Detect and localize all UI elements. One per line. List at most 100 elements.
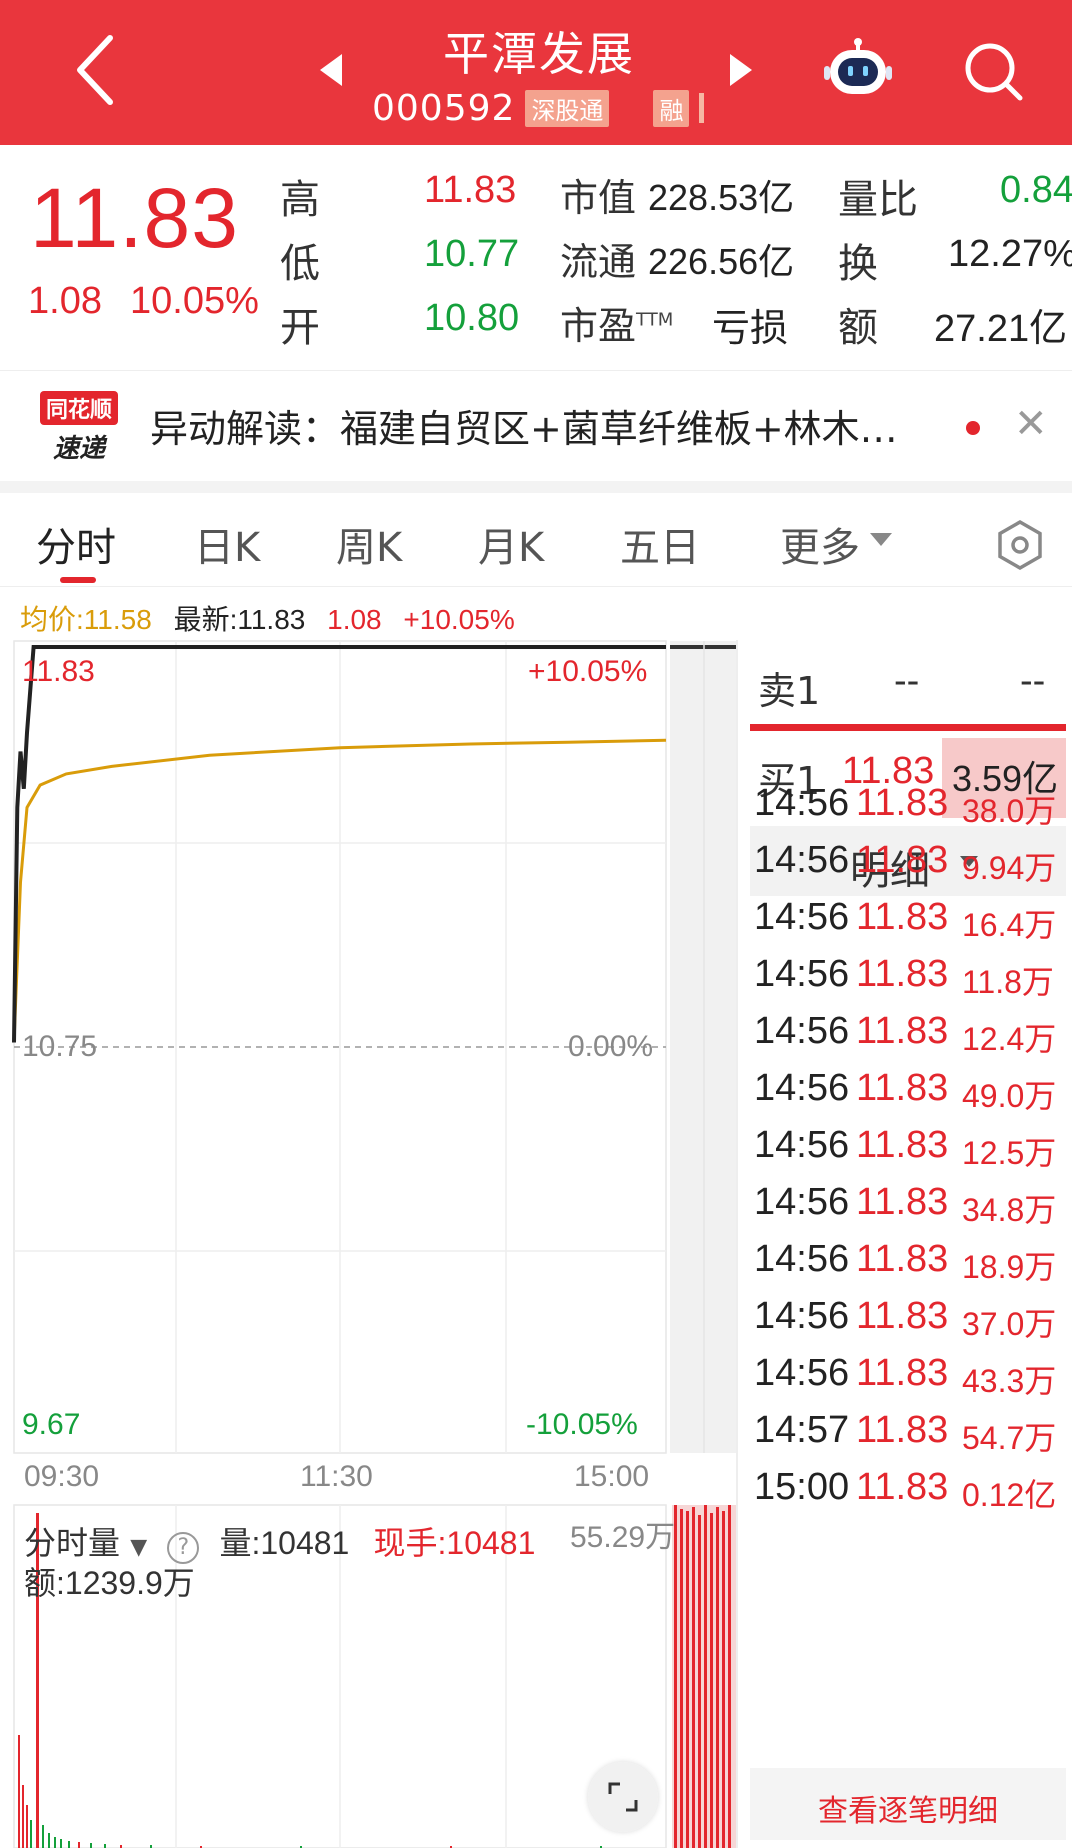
logo-bottom-text: 速递 xyxy=(53,434,108,463)
volume-bar xyxy=(54,1837,56,1848)
info-change-pct: +10.05% xyxy=(403,604,515,635)
open-value: 10.80 xyxy=(424,297,520,339)
trade-time: 14:57 xyxy=(754,1409,850,1451)
volume-bar xyxy=(90,1843,92,1848)
tab-daily-k[interactable]: 日K xyxy=(194,515,260,573)
tab-weekly-k[interactable]: 周K xyxy=(336,515,402,573)
caret-down-icon[interactable]: ▼ xyxy=(130,1535,147,1560)
trade-row: 14:56 11.83 43.3万 xyxy=(754,1352,1072,1408)
chart-mid-pct: 0.00% xyxy=(568,1030,654,1063)
volume-bar xyxy=(68,1841,70,1848)
quote-panel: 11.83 1.08 10.05% 高 11.83 低 10.77 开 10.8… xyxy=(0,145,1072,370)
trade-time: 15:00 xyxy=(754,1466,850,1508)
intraday-info-line: 均价:11.58 最新:11.83 1.08 +10.05% xyxy=(20,598,529,638)
trade-time: 14:56 xyxy=(754,1295,850,1337)
trade-price: 11.83 xyxy=(856,782,949,824)
volume-bar xyxy=(674,1505,677,1848)
turnover-value: 12.27% xyxy=(948,233,1072,275)
stock-code-row: 000592 深股通 融 xyxy=(372,86,712,130)
trade-price: 11.83 xyxy=(856,896,949,938)
trade-row: 14:56 11.83 37.0万 xyxy=(754,1295,1072,1351)
mktcap-value: 228.53亿 xyxy=(648,177,795,218)
trade-row: 14:57 11.83 54.7万 xyxy=(754,1409,1072,1465)
expand-icon xyxy=(608,1782,638,1812)
amount-label: 额 xyxy=(838,305,878,351)
trade-row: 14:56 11.83 12.4万 xyxy=(754,1010,1072,1066)
ths-express-logo: 同花顺 速递 xyxy=(40,391,118,463)
volume-bar xyxy=(42,1825,44,1848)
view-tick-detail-link[interactable]: 查看逐笔明细 xyxy=(750,1768,1066,1840)
trade-time: 14:56 xyxy=(754,1124,850,1166)
volume-bar xyxy=(680,1509,683,1848)
close-icon[interactable]: ✕ xyxy=(1014,401,1048,447)
logo-top-text: 同花顺 xyxy=(46,397,112,423)
volratio-label: 量比 xyxy=(838,177,918,223)
float-value: 226.56亿 xyxy=(648,241,795,282)
robot-assistant-icon[interactable] xyxy=(822,38,894,102)
ask-price: -- xyxy=(894,660,920,702)
volume-bar xyxy=(18,1735,20,1848)
volume-bar xyxy=(30,1820,32,1848)
trade-time: 14:56 xyxy=(754,1181,850,1223)
news-bar[interactable]: 同花顺 速递 异动解读：福建自贸区+菌草纤维板+林木… ✕ xyxy=(0,371,1072,481)
trade-volume: 43.3万 xyxy=(962,1363,1057,1399)
chart-bottom-price: 9.67 xyxy=(22,1408,81,1441)
volume-bar xyxy=(710,1513,713,1848)
pe-label-text: 市盈 xyxy=(560,304,637,348)
volume-bar xyxy=(686,1511,689,1848)
trade-row: 14:56 11.83 18.9万 xyxy=(754,1238,1072,1294)
chart-tabs: 分时 日K 周K 月K 五日 更多 xyxy=(0,493,1072,587)
trade-time: 14:56 xyxy=(754,1010,850,1052)
news-headline[interactable]: 异动解读：福建自贸区+菌草纤维板+林木… xyxy=(150,398,898,453)
volume-type-select[interactable]: 分时量 xyxy=(24,1524,120,1562)
trade-volume: 11.8万 xyxy=(962,964,1054,1000)
volume-bar xyxy=(22,1785,24,1848)
trade-price: 11.83 xyxy=(856,1181,949,1223)
trade-row: 14:56 11.83 16.4万 xyxy=(754,896,1072,952)
tab-intraday[interactable]: 分时 xyxy=(36,515,116,573)
tab-monthly-k[interactable]: 月K xyxy=(478,515,544,573)
volume-bar xyxy=(716,1507,719,1848)
time-label-mid: 11:30 xyxy=(300,1460,373,1493)
trade-time: 14:56 xyxy=(754,1238,850,1280)
next-stock-icon[interactable] xyxy=(728,52,754,88)
intraday-chart[interactable] xyxy=(0,635,740,1848)
trade-price: 11.83 xyxy=(856,953,949,995)
float-label: 流通 xyxy=(560,240,637,284)
chart-settings-icon[interactable] xyxy=(994,519,1046,571)
latest-price: 最新:11.83 xyxy=(173,604,306,635)
trade-volume: 54.7万 xyxy=(962,1420,1057,1456)
volume-bar xyxy=(698,1515,701,1848)
dropdown-caret-icon xyxy=(870,533,892,546)
fullscreen-button[interactable] xyxy=(588,1762,658,1832)
back-arrow-icon[interactable] xyxy=(70,30,122,110)
trade-price: 11.83 xyxy=(856,1010,949,1052)
trade-volume: 16.4万 xyxy=(962,907,1057,943)
ask-volume: -- xyxy=(1020,660,1046,702)
mktcap-label: 市值 xyxy=(560,176,637,220)
active-tab-indicator xyxy=(60,577,96,583)
low-value: 10.77 xyxy=(424,233,520,275)
trade-row: 14:56 11.83 11.8万 xyxy=(754,953,1072,1009)
volume-bar xyxy=(104,1844,106,1848)
info-change: 1.08 xyxy=(327,604,382,635)
after-hours-band xyxy=(670,641,736,1453)
trade-volume: 18.9万 xyxy=(962,1249,1057,1285)
tab-five-day[interactable]: 五日 xyxy=(620,515,700,573)
after-hours-volume xyxy=(672,1505,736,1848)
current-price: 11.83 xyxy=(30,171,239,265)
trade-volume: 37.0万 xyxy=(962,1306,1057,1342)
section-gap xyxy=(0,481,1072,493)
trade-row: 14:56 11.83 9.94万 xyxy=(754,839,1072,895)
search-icon[interactable] xyxy=(962,40,1026,104)
trade-price: 11.83 xyxy=(856,1466,949,1508)
panel-divider xyxy=(736,640,738,1848)
prev-stock-icon[interactable] xyxy=(318,52,344,88)
volume-bar xyxy=(78,1842,80,1848)
volume-bar xyxy=(722,1511,725,1848)
trade-volume: 12.5万 xyxy=(962,1135,1057,1171)
pe-label: 市盈TTM xyxy=(560,295,673,350)
volume-max: 55.29万 xyxy=(570,1521,676,1554)
tab-more[interactable]: 更多 xyxy=(780,515,860,573)
volume-bar xyxy=(60,1839,62,1848)
